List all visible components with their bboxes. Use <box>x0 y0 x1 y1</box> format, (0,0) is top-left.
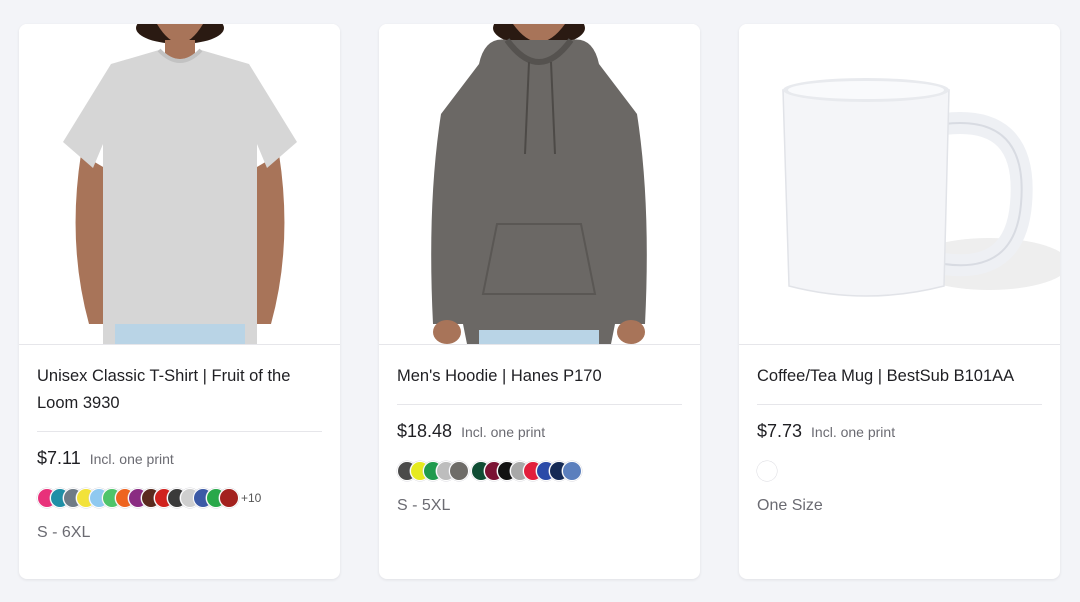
product-title[interactable]: Unisex Classic T-Shirt | Fruit of the Lo… <box>37 363 322 417</box>
product-card-hoodie[interactable]: Men's Hoodie | Hanes P170 $18.48 Incl. o… <box>379 24 700 579</box>
divider <box>397 404 682 405</box>
product-title[interactable]: Coffee/Tea Mug | BestSub B101AA <box>757 363 1042 390</box>
price-note: Incl. one print <box>811 424 896 440</box>
color-swatch[interactable] <box>562 461 582 481</box>
product-image-mug[interactable] <box>739 24 1060 344</box>
color-swatches <box>397 460 682 482</box>
color-swatches: +10 <box>37 487 322 509</box>
product-price: $7.11 <box>37 448 81 468</box>
divider <box>37 431 322 432</box>
price-note: Incl. one print <box>89 451 174 467</box>
product-card-mug[interactable]: Coffee/Tea Mug | BestSub B101AA $7.73 In… <box>739 24 1060 579</box>
color-swatches <box>757 460 1042 482</box>
product-title[interactable]: Men's Hoodie | Hanes P170 <box>397 363 682 390</box>
product-image-tshirt[interactable] <box>19 24 340 344</box>
size-range: One Size <box>757 497 823 514</box>
color-swatch[interactable] <box>449 461 469 481</box>
color-swatch[interactable] <box>757 461 777 481</box>
product-price: $7.73 <box>757 421 803 441</box>
divider <box>757 404 1042 405</box>
size-range: S - 5XL <box>397 497 451 514</box>
more-colors-count[interactable]: +10 <box>241 491 261 505</box>
product-card-tshirt[interactable]: Unisex Classic T-Shirt | Fruit of the Lo… <box>19 24 340 579</box>
size-range: S - 6XL <box>37 524 91 541</box>
color-swatch[interactable] <box>219 488 239 508</box>
product-price: $18.48 <box>397 421 453 441</box>
product-image-hoodie[interactable] <box>379 24 700 344</box>
price-note: Incl. one print <box>461 424 546 440</box>
